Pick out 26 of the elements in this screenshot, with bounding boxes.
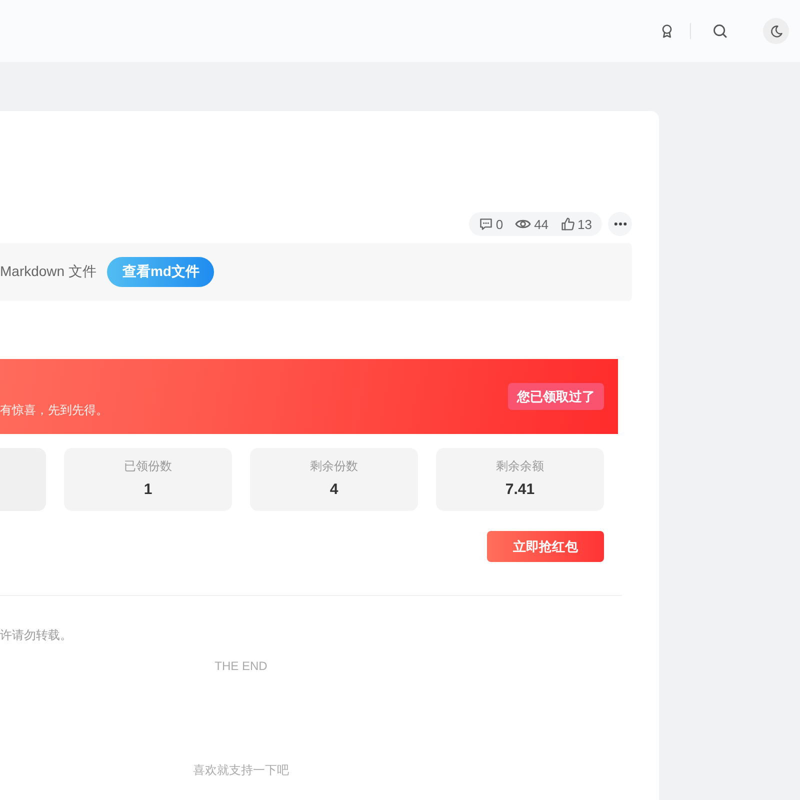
search-icon[interactable] [713,24,727,38]
thumbs-up-icon [560,217,575,231]
view-count: 44 [534,216,549,232]
stat-value: 1 [144,481,152,498]
ellipsis-icon [614,222,626,226]
eye-icon [515,218,532,230]
stat-label: 剩余份数 [310,458,358,475]
end-label: THE END [214,658,268,675]
support-text: 喜欢就支持一下吧 [193,762,289,779]
claimed-status-button[interactable]: 您已领取过了 [508,383,604,410]
more-button[interactable] [608,212,632,236]
copyright-notice: 许请勿转载。 [0,627,72,644]
award-icon[interactable] [660,24,674,38]
attachment-text: Markdown 文件 [0,263,96,281]
grab-gift-button[interactable]: 立即抢红包 [487,531,604,562]
comment-icon [478,217,493,231]
stat-value: 4 [330,481,338,498]
stat-label: 已领份数 [124,458,172,475]
stat-label: 剩余余额 [496,458,544,475]
gift-description: 有惊喜，先到先得。 [0,402,108,418]
theme-toggle-button[interactable] [763,18,789,44]
like-count: 13 [578,216,592,232]
moon-icon [770,24,782,38]
stat-value: 7.41 [505,481,535,498]
comment-count: 0 [496,216,504,232]
view-md-button[interactable]: 查看md文件 [107,257,214,287]
